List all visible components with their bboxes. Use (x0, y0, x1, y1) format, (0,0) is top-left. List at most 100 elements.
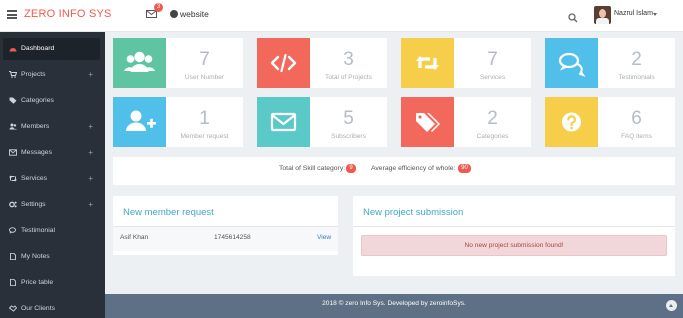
user-name[interactable]: Nazrul Islam (614, 10, 653, 17)
stat-card-faq-items[interactable]: 6 FAQ items (545, 97, 675, 147)
avatar[interactable] (594, 6, 611, 24)
sidebar-item-our-clients[interactable]: Our Clients (3, 298, 100, 318)
panel-title: New project submission (363, 207, 464, 218)
stat-label: Member request (180, 133, 229, 140)
stat-value: 7 (199, 49, 210, 70)
sidebar-item-label: Categories (21, 97, 54, 104)
sidebar-item-dashboard[interactable]: Dashboard (3, 38, 100, 60)
stat-card-total-projects[interactable]: 3 Total of Projects (257, 38, 387, 88)
member-name: Asif Khan (120, 234, 149, 241)
hamburger-menu-icon[interactable] (7, 10, 17, 19)
stat-value: 6 (631, 108, 642, 129)
stat-icon-box (113, 38, 166, 88)
sidebar-item-label: Services (21, 175, 48, 182)
divider (353, 226, 675, 227)
stat-value: 3 (343, 49, 354, 70)
skill-category-label: Total of Skill category: (279, 165, 346, 172)
summary-strip: Total of Skill category: 9 Average effic… (113, 157, 675, 185)
sidebar-item-label: My Notes (21, 253, 50, 260)
envelope-icon (270, 112, 297, 132)
table-row: Asif Khan 1745614258 View (113, 227, 338, 251)
cart-icon (9, 71, 17, 78)
dashboard-icon (9, 48, 17, 52)
globe-icon (170, 10, 178, 18)
question-icon (562, 112, 581, 132)
stat-label: FAQ items (621, 133, 652, 140)
sidebar-item-price-table[interactable]: Price table (3, 272, 100, 294)
retweet-icon (416, 56, 439, 70)
stat-label: User Number (184, 74, 225, 81)
stat-icon-box (401, 38, 454, 88)
brand-logo[interactable]: ZERO INFO SYS (24, 8, 112, 20)
stat-value: 2 (631, 49, 642, 70)
stat-label: Categories (476, 133, 509, 140)
sidebar-item-testimonial[interactable]: Testimonial (3, 220, 100, 242)
chevron-down-icon[interactable] (653, 13, 657, 16)
stat-card-member-request[interactable]: 1 Member request (113, 97, 243, 147)
sidebar-item-label: Settings (21, 201, 46, 208)
empty-alert: No new project submission found! (361, 235, 667, 256)
member-request-panel: New member request Asif Khan 1745614258 … (113, 196, 338, 255)
stat-icon-box (257, 38, 310, 88)
tags-icon (416, 113, 440, 132)
file-icon (10, 253, 16, 260)
sidebar-item-label: Projects (21, 71, 46, 78)
sidebar-item-my-notes[interactable]: My Notes (3, 246, 100, 268)
sidebar-item-messages[interactable]: Messages + (3, 142, 100, 164)
sidebar-item-label: Dashboard (21, 45, 55, 52)
efficiency-badge: 90 (458, 164, 471, 173)
sidebar-item-categories[interactable]: Categories (3, 90, 100, 112)
member-phone: 1745614258 (214, 234, 251, 241)
users-icon (9, 123, 17, 130)
stat-label: Total of Projects (325, 74, 372, 81)
scroll-to-top-icon[interactable] (666, 300, 677, 311)
plus-icon: + (88, 122, 93, 131)
plus-icon: + (88, 70, 93, 79)
stat-label: Testimonials (618, 74, 655, 81)
stat-value: 2 (487, 108, 498, 129)
sidebar: Dashboard Projects + Categories Members … (0, 32, 105, 318)
sidebar-item-label: Testimonial (21, 227, 55, 234)
sidebar-item-projects[interactable]: Projects + (3, 64, 100, 86)
stat-label: Services (479, 74, 506, 81)
footer: 2018 © zero Info Sys. Developed by zeroi… (105, 294, 683, 318)
sidebar-item-label: Our Clients (21, 305, 55, 312)
cogs-icon (9, 201, 17, 208)
tag-icon (9, 97, 17, 104)
stat-icon-box (545, 38, 598, 88)
sidebar-item-label: Price table (21, 279, 54, 286)
stat-card-categories[interactable]: 2 Categories (401, 97, 531, 147)
sidebar-item-members[interactable]: Members + (3, 116, 100, 138)
stat-card-services[interactable]: 7 Services (401, 38, 531, 88)
efficiency-label: Average efficiency of whole: (371, 165, 456, 172)
sidebar-item-label: Messages (21, 149, 52, 156)
stat-icon-box (545, 97, 598, 147)
comments-icon (558, 52, 586, 78)
website-label: website (180, 9, 209, 19)
comments-icon (9, 227, 16, 234)
panel-title: New member request (123, 207, 214, 218)
view-link[interactable]: View (317, 234, 331, 241)
retweet-icon (9, 175, 17, 182)
handshake-icon (9, 305, 17, 312)
user-plus-icon (126, 110, 156, 131)
code-icon (270, 53, 297, 73)
sidebar-item-label: Members (21, 123, 50, 130)
stat-icon-box (113, 97, 166, 147)
sidebar-item-services[interactable]: Services + (3, 168, 100, 190)
sidebar-item-settings[interactable]: Settings + (3, 194, 100, 216)
plus-icon: + (88, 174, 93, 183)
stat-icon-box (257, 97, 310, 147)
stat-card-user-number[interactable]: 7 User Number (113, 38, 243, 88)
stat-value: 7 (487, 49, 498, 70)
website-link[interactable]: website (170, 9, 209, 19)
users-icon (124, 51, 155, 72)
stat-value: 1 (199, 108, 210, 129)
plus-icon: + (88, 148, 93, 157)
search-icon[interactable] (568, 10, 578, 23)
stat-card-subscribers[interactable]: 5 Subscribers (257, 97, 387, 147)
file-icon (10, 279, 16, 286)
stat-card-testimonials[interactable]: 2 Testimonials (545, 38, 675, 88)
stat-label: Subscribers (331, 133, 366, 140)
plus-icon: + (88, 200, 93, 209)
